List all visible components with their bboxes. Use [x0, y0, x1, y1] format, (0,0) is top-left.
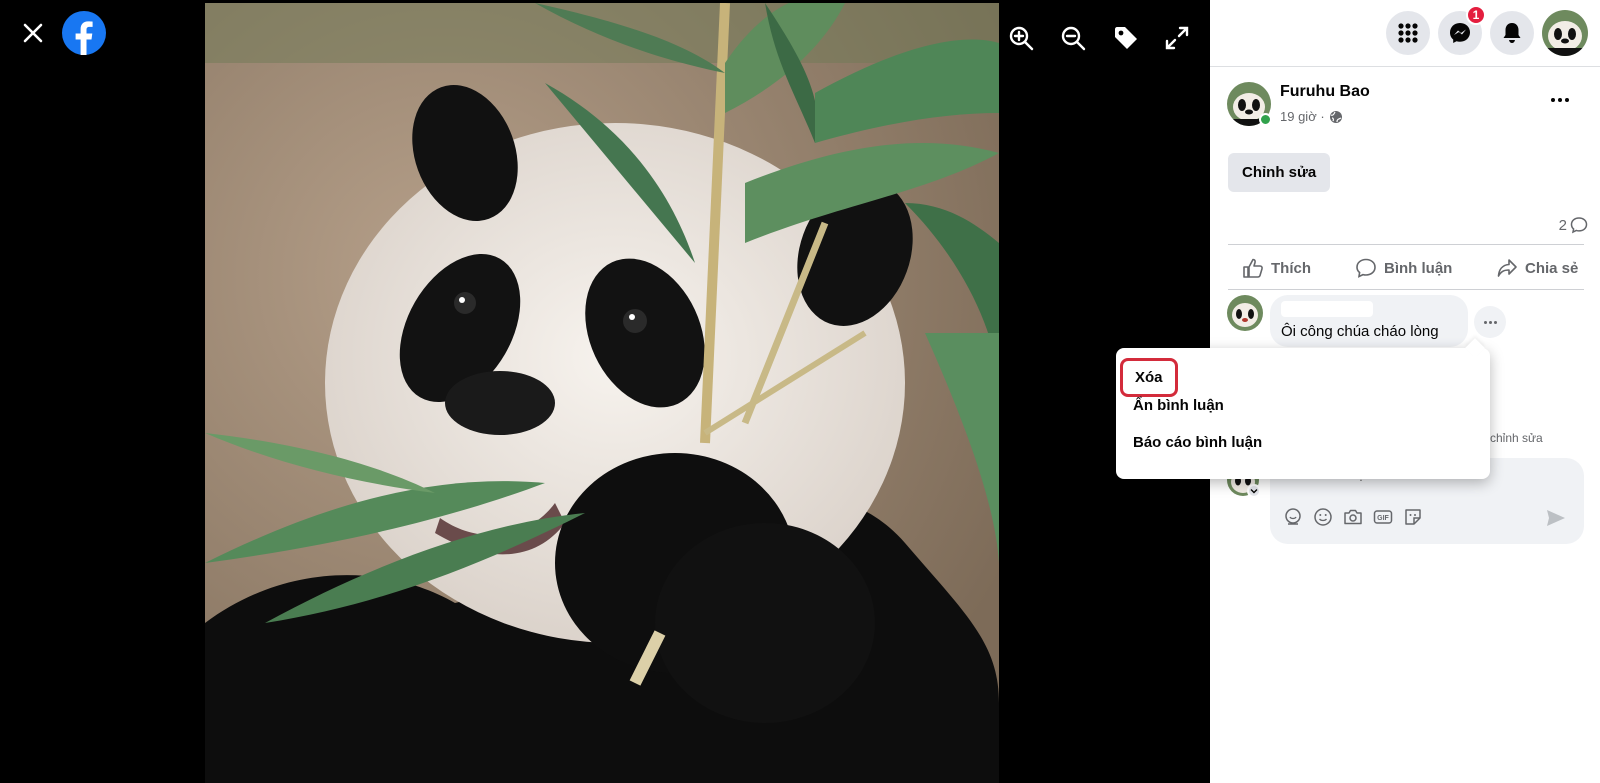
emoji-icon[interactable]: [1312, 506, 1334, 528]
messenger-icon[interactable]: 1: [1438, 5, 1486, 55]
actions-divider-top: [1228, 244, 1584, 245]
author-name[interactable]: Furuhu Bao: [1280, 83, 1370, 101]
share-label: Chia sẻ: [1525, 259, 1579, 277]
facebook-logo-icon[interactable]: [62, 11, 106, 55]
share-button[interactable]: Chia sẻ: [1496, 255, 1578, 281]
actions-divider-bottom: [1228, 289, 1584, 290]
panda-photo: [205, 3, 999, 783]
comment-bubble: Ôi công chúa cháo lòng: [1270, 295, 1468, 347]
fullscreen-icon[interactable]: [1163, 24, 1191, 52]
comment-edit-hint[interactable]: chỉnh sửa: [1490, 431, 1543, 445]
share-icon: [1497, 259, 1517, 277]
messenger-badge: 1: [1466, 5, 1486, 25]
avatar-sticker-icon[interactable]: [1282, 506, 1304, 528]
comment-count-value: 2: [1558, 216, 1567, 234]
hide-comment-menu-item[interactable]: Ẩn bình luận: [1133, 397, 1224, 414]
comment-button[interactable]: Bình luận: [1355, 255, 1452, 281]
tag-icon[interactable]: [1111, 24, 1139, 52]
camera-icon[interactable]: [1342, 506, 1364, 528]
comment-options-button[interactable]: [1474, 306, 1506, 338]
close-icon[interactable]: [18, 18, 48, 48]
edit-post-button[interactable]: Chỉnh sửa: [1228, 153, 1331, 192]
profile-avatar[interactable]: [1542, 10, 1588, 56]
comment-text: Ôi công chúa cháo lòng: [1281, 323, 1439, 340]
comment-author-name-redacted: [1281, 301, 1373, 317]
svg-text:GIF: GIF: [1377, 515, 1389, 522]
thumbs-up-icon: [1243, 258, 1263, 278]
comment-label: Bình luận: [1384, 259, 1453, 277]
zoom-out-icon[interactable]: [1059, 24, 1087, 52]
comment-bubble-icon: [1570, 217, 1588, 234]
comment-context-menu: Xóa Ẩn bình luận Báo cáo bình luận: [1116, 338, 1490, 479]
post-options-button[interactable]: [1542, 88, 1578, 112]
globe-icon[interactable]: [1329, 110, 1343, 124]
send-icon[interactable]: [1544, 506, 1568, 530]
zoom-in-icon[interactable]: [1007, 24, 1035, 52]
sticker-icon[interactable]: [1402, 506, 1424, 528]
report-comment-menu-item[interactable]: Báo cáo bình luận: [1133, 434, 1262, 451]
photo-viewer: [0, 0, 1210, 783]
online-status-dot: [1259, 113, 1272, 126]
topbar-divider: [1210, 66, 1600, 67]
commenter-avatar[interactable]: [1227, 295, 1263, 331]
delete-comment-menu-item[interactable]: Xóa: [1120, 358, 1178, 397]
chevron-down-icon[interactable]: [1247, 484, 1261, 498]
bell-icon[interactable]: [1490, 11, 1534, 55]
comment-count[interactable]: 2: [1559, 216, 1588, 234]
comment-icon: [1356, 258, 1376, 278]
post-time-text: 19 giờ ·: [1280, 109, 1325, 124]
grid-menu-icon[interactable]: [1386, 11, 1430, 55]
like-label: Thích: [1271, 259, 1311, 277]
post-time: 19 giờ ·: [1280, 109, 1343, 124]
like-button[interactable]: Thích: [1242, 255, 1311, 281]
gif-icon[interactable]: GIF: [1372, 506, 1394, 528]
